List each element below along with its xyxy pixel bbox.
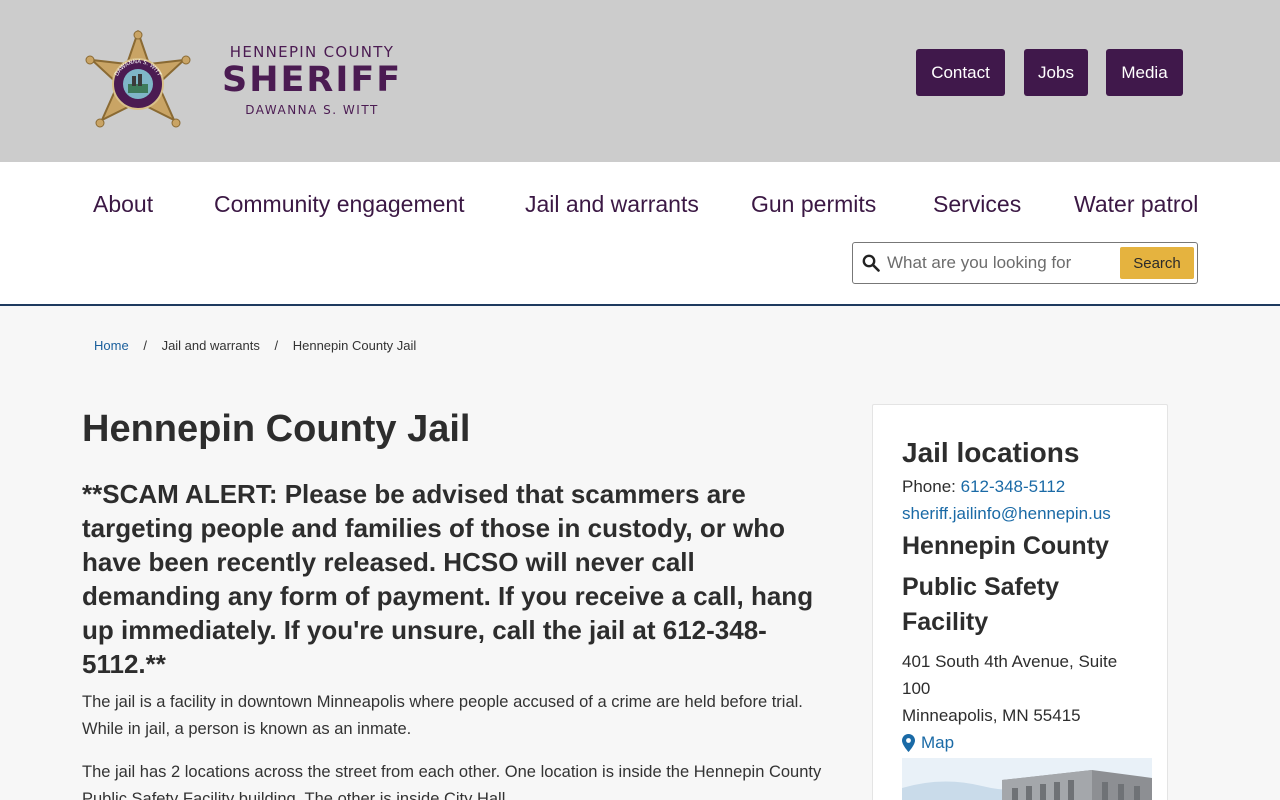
- intro-paragraph: The jail is a facility in downtown Minne…: [82, 693, 803, 738]
- search-icon: [862, 254, 880, 272]
- jobs-button[interactable]: Jobs: [1024, 49, 1088, 96]
- search-button[interactable]: Search: [1120, 247, 1194, 279]
- nav-services[interactable]: Services: [933, 191, 1021, 218]
- nav-community-engagement[interactable]: Community engagement: [214, 191, 465, 218]
- search-input[interactable]: [887, 247, 1117, 279]
- breadcrumb-home[interactable]: Home: [94, 338, 129, 353]
- sheriff-wordmark[interactable]: HENNEPIN COUNTY SHERIFF DAWANNA S. WITT: [222, 42, 402, 119]
- main-content: Hennepin County Jail **SCAM ALERT: Pleas…: [82, 404, 822, 800]
- media-button[interactable]: Media: [1106, 49, 1183, 96]
- breadcrumb: Home / Jail and warrants / Hennepin Coun…: [94, 338, 416, 353]
- address-line-3: Minneapolis, MN 55415: [902, 706, 1081, 725]
- sheriff-badge-logo[interactable]: DAWANNA S. WITT: [84, 28, 192, 134]
- map-pin-icon: [902, 733, 915, 752]
- logo-county: HENNEPIN COUNTY: [229, 43, 395, 61]
- scam-alert: **SCAM ALERT: Please be advised that sca…: [82, 479, 814, 679]
- nav-water-patrol[interactable]: Water patrol: [1074, 191, 1198, 218]
- top-header: DAWANNA S. WITT HENNEPIN COUNTY SHERIFF …: [0, 0, 1280, 162]
- logo-sheriff-name: DAWANNA S. WITT: [245, 103, 379, 117]
- facility-photo: [902, 758, 1152, 800]
- map-link[interactable]: Map: [902, 729, 1142, 756]
- logo-sheriff: SHERIFF: [222, 60, 403, 100]
- phone-label: Phone:: [902, 477, 956, 496]
- facility-line-2: Public Safety Facility: [902, 573, 1059, 636]
- nav-jail-and-warrants[interactable]: Jail and warrants: [525, 191, 699, 218]
- nav-about[interactable]: About: [93, 191, 153, 218]
- locations-paragraph: The jail has 2 locations across the stre…: [82, 763, 822, 800]
- page-title: Hennepin County Jail: [82, 408, 471, 450]
- breadcrumb-current: Hennepin County Jail: [292, 338, 417, 353]
- facility-line-1: Hennepin County: [902, 532, 1109, 560]
- breadcrumb-separator: /: [143, 338, 147, 353]
- address-line-2: 100: [902, 679, 931, 698]
- nav-gun-permits[interactable]: Gun permits: [751, 191, 876, 218]
- phone-link[interactable]: 612-348-5112: [961, 477, 1066, 496]
- breadcrumb-separator: /: [274, 338, 279, 353]
- contact-button[interactable]: Contact: [916, 49, 1005, 96]
- email-link[interactable]: sheriff.jailinfo@hennepin.us: [902, 504, 1111, 523]
- jail-locations-title: Jail locations: [902, 437, 1080, 468]
- search-form: Search: [852, 242, 1198, 284]
- jail-locations-card: Jail locations Phone: 612-348-5112 sheri…: [872, 404, 1168, 800]
- map-label: Map: [921, 733, 955, 752]
- facility-name: Hennepin County Public Safety Facility: [902, 529, 1142, 640]
- main-navigation: About Community engagement Jail and warr…: [0, 162, 1280, 306]
- address-line-1: 401 South 4th Avenue, Suite: [902, 652, 1118, 671]
- email-line: sheriff.jailinfo@hennepin.us: [902, 500, 1142, 527]
- phone-line: Phone: 612-348-5112: [902, 473, 1142, 500]
- breadcrumb-jail-and-warrants[interactable]: Jail and warrants: [162, 338, 260, 353]
